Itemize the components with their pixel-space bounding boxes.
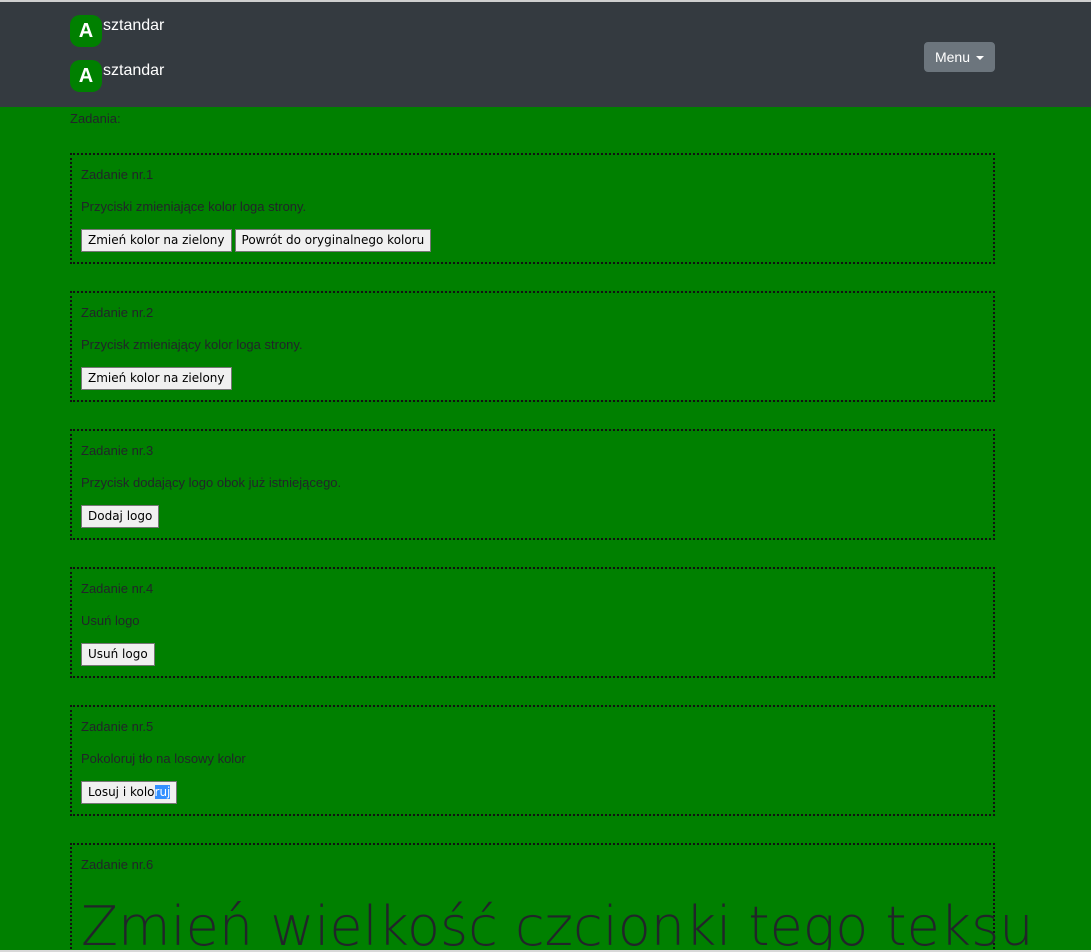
- task-title: Zadanie nr.6: [81, 857, 154, 872]
- task-description: Przyciski zmieniające kolor loga strony.: [81, 199, 307, 214]
- logo-badge: A: [70, 60, 102, 92]
- task-5-box: Zadanie nr.5 Pokoloruj tło na losowy kol…: [70, 705, 995, 816]
- task-title: Zadanie nr.4: [81, 581, 154, 596]
- menu-dropdown-button[interactable]: Menu: [924, 42, 995, 72]
- random-color-button[interactable]: Losuj i koloruj: [81, 781, 178, 804]
- resizable-text: Zmień wielkość czcionki tego teksu: [81, 895, 1034, 952]
- task-6-box: Zadanie nr.6 Zmień wielkość czcionki teg…: [70, 843, 1033, 952]
- remove-logo-button[interactable]: Usuń logo: [81, 643, 155, 666]
- button-row: Dodaj logo: [81, 505, 160, 528]
- brand-text: sztandar: [103, 62, 165, 79]
- task-2-box: Zadanie nr.2 Przycisk zmieniający kolor …: [70, 291, 995, 402]
- button-row: Zmień kolor na zielony: [81, 367, 232, 390]
- button-row: Zmień kolor na zielony Powrót do orygina…: [81, 229, 432, 252]
- button-row: Losuj i koloruj: [81, 781, 178, 804]
- add-logo-button[interactable]: Dodaj logo: [81, 505, 160, 528]
- restore-logo-color-button[interactable]: Powrót do oryginalnego koloru: [234, 229, 432, 252]
- brand-logo-2[interactable]: A sztandar: [70, 60, 164, 92]
- task-description: Przycisk zmieniający kolor loga strony.: [81, 337, 303, 352]
- task-description: Usuń logo: [81, 613, 140, 628]
- selected-text: ruj: [154, 785, 171, 799]
- task-description: Przycisk dodający logo obok już istnieją…: [81, 475, 342, 490]
- change-logo-green-button[interactable]: Zmień kolor na zielony: [81, 367, 232, 390]
- logo-badge: A: [70, 15, 102, 47]
- task-1-box: Zadanie nr.1 Przyciski zmieniające kolor…: [70, 153, 995, 264]
- change-logo-green-button[interactable]: Zmień kolor na zielony: [81, 229, 232, 252]
- task-description: Pokoloruj tło na losowy kolor: [81, 751, 246, 766]
- task-title: Zadanie nr.3: [81, 443, 154, 458]
- task-title: Zadanie nr.5: [81, 719, 154, 734]
- button-row: Usuń logo: [81, 643, 155, 666]
- task-4-box: Zadanie nr.4 Usuń logo Usuń logo: [70, 567, 995, 678]
- caret-down-icon: [976, 55, 985, 60]
- button-label-part: Losuj i kolo: [88, 785, 155, 799]
- navbar: A sztandar A sztandar Menu: [0, 0, 1091, 107]
- task-title: Zadanie nr.2: [81, 305, 154, 320]
- task-title: Zadanie nr.1: [81, 167, 154, 182]
- brand-text: sztandar: [103, 17, 165, 34]
- task-3-box: Zadanie nr.3 Przycisk dodający logo obok…: [70, 429, 995, 540]
- brand-logo-1[interactable]: A sztandar: [70, 15, 164, 47]
- section-label: Zadania:: [70, 111, 121, 126]
- menu-button-label: Menu: [934, 49, 971, 65]
